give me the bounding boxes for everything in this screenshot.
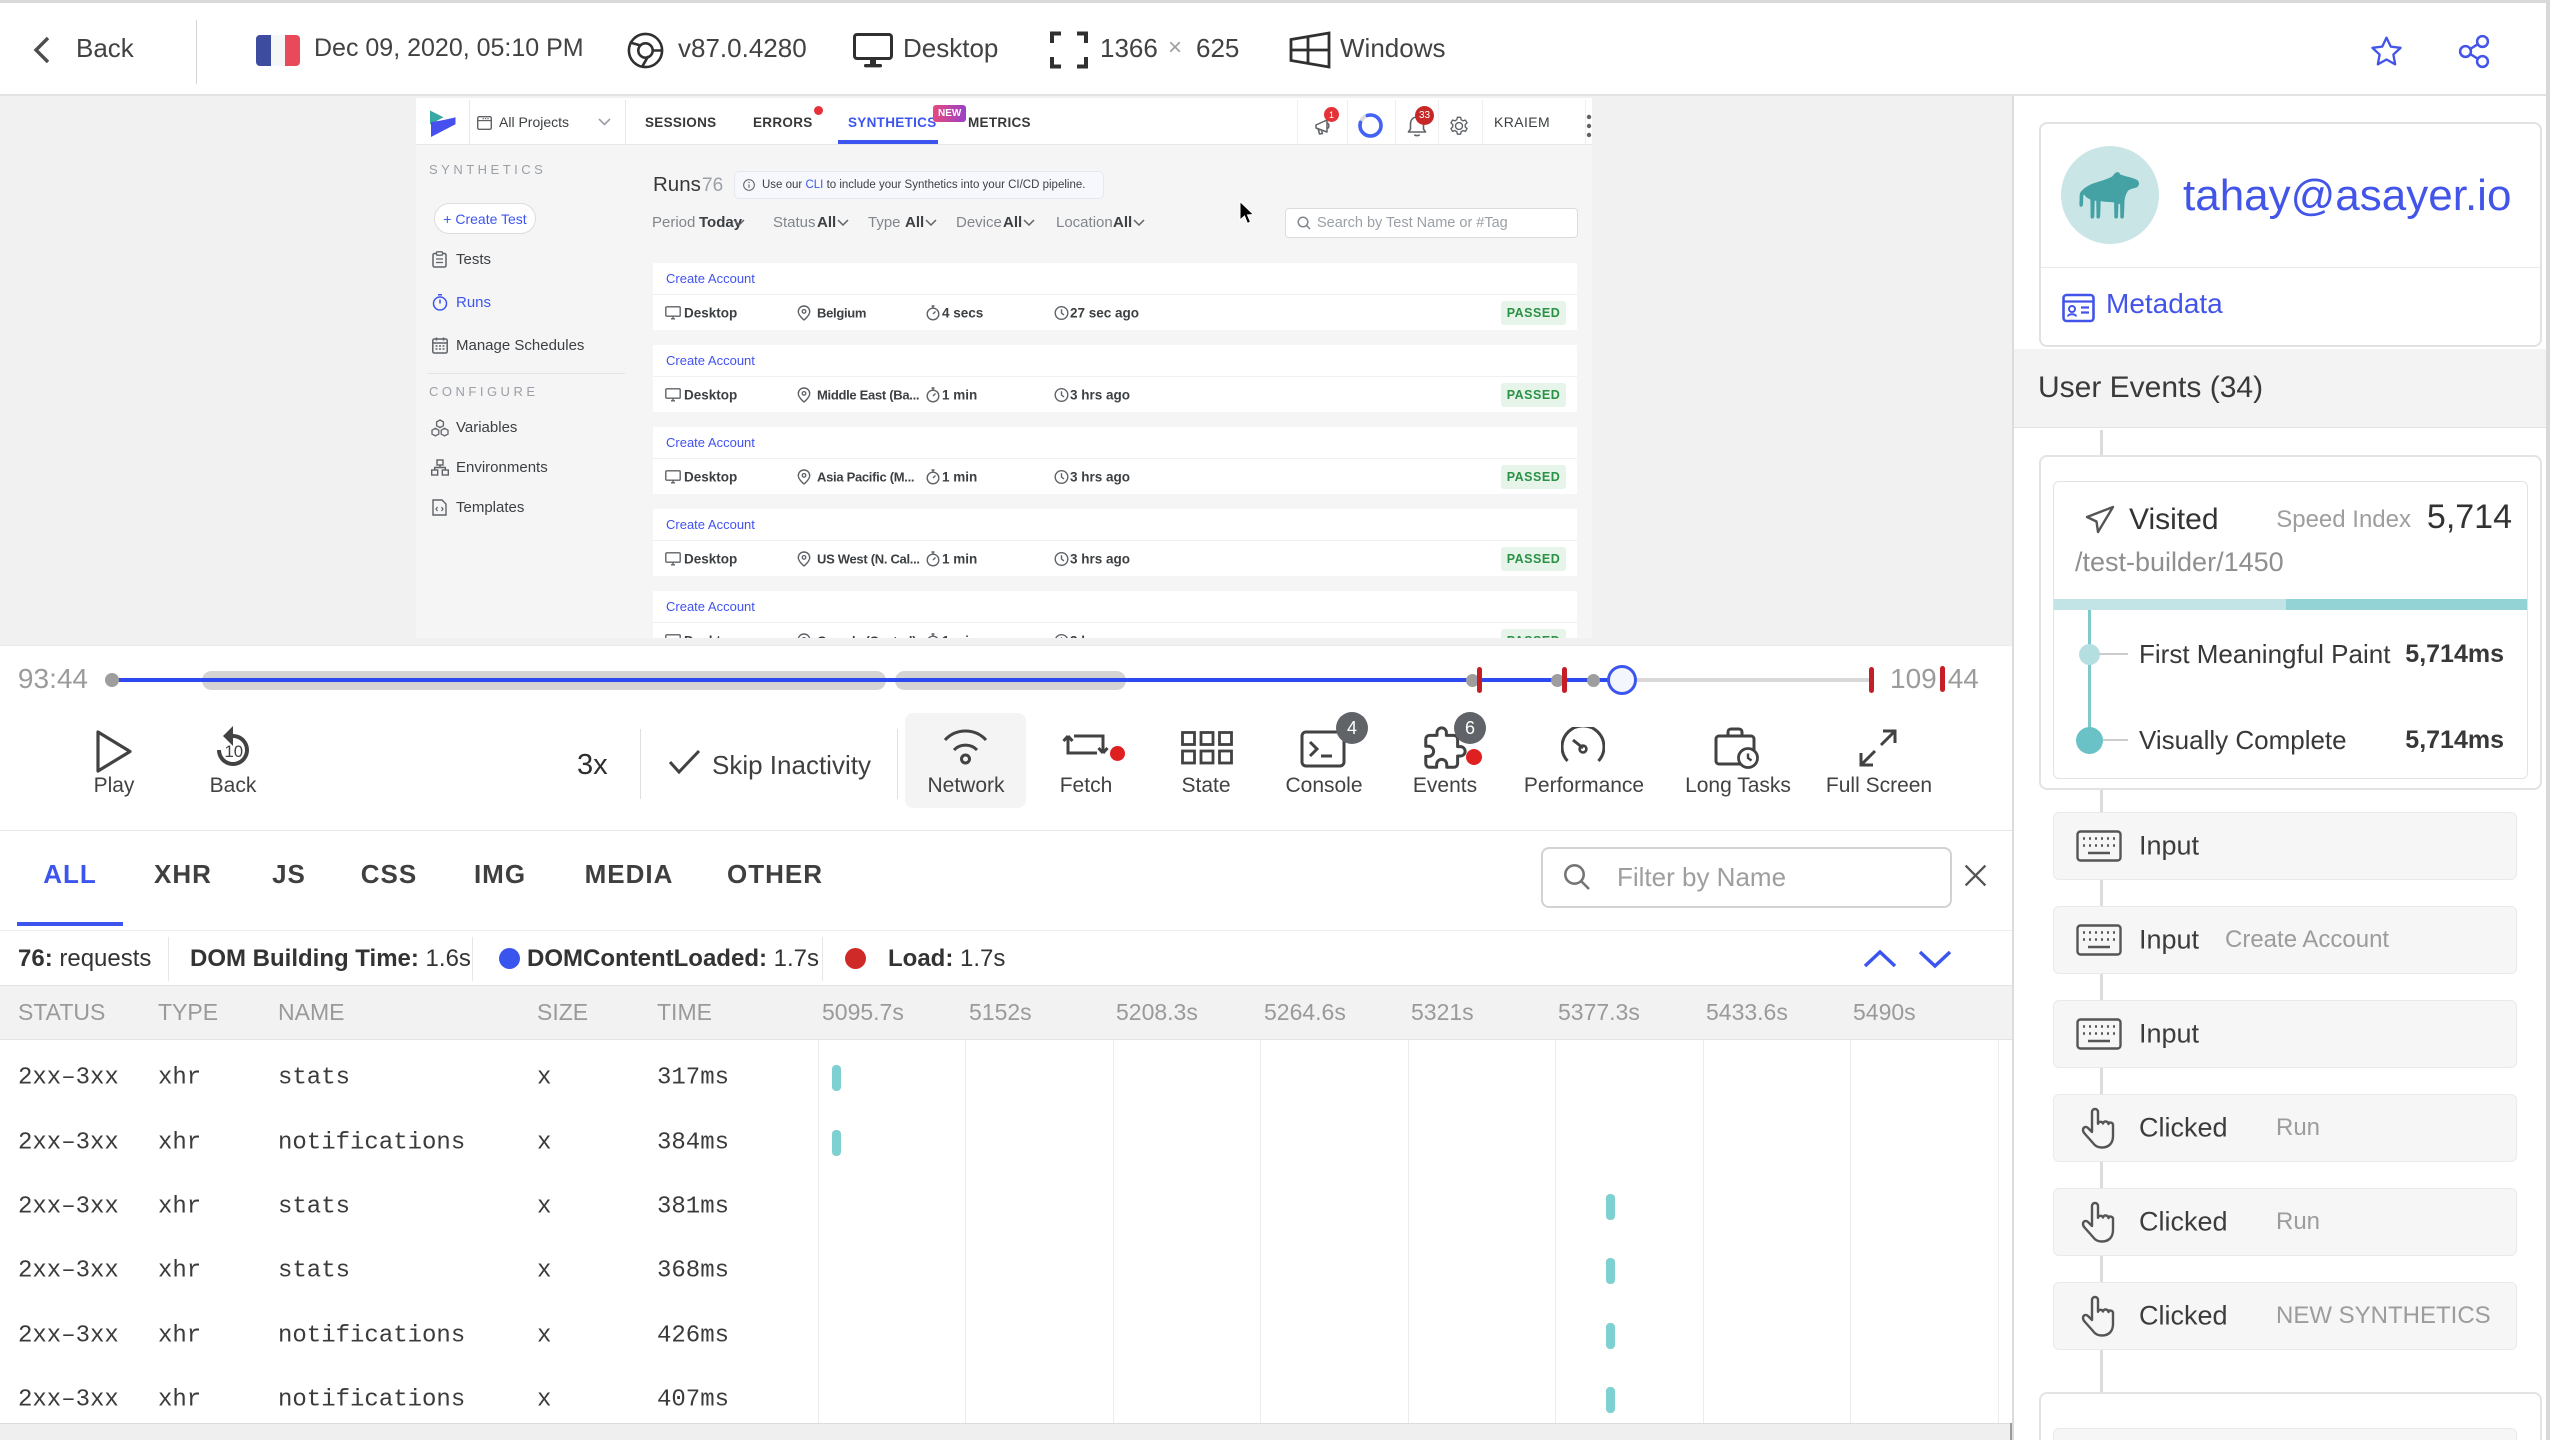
svg-text:10: 10	[224, 742, 243, 761]
